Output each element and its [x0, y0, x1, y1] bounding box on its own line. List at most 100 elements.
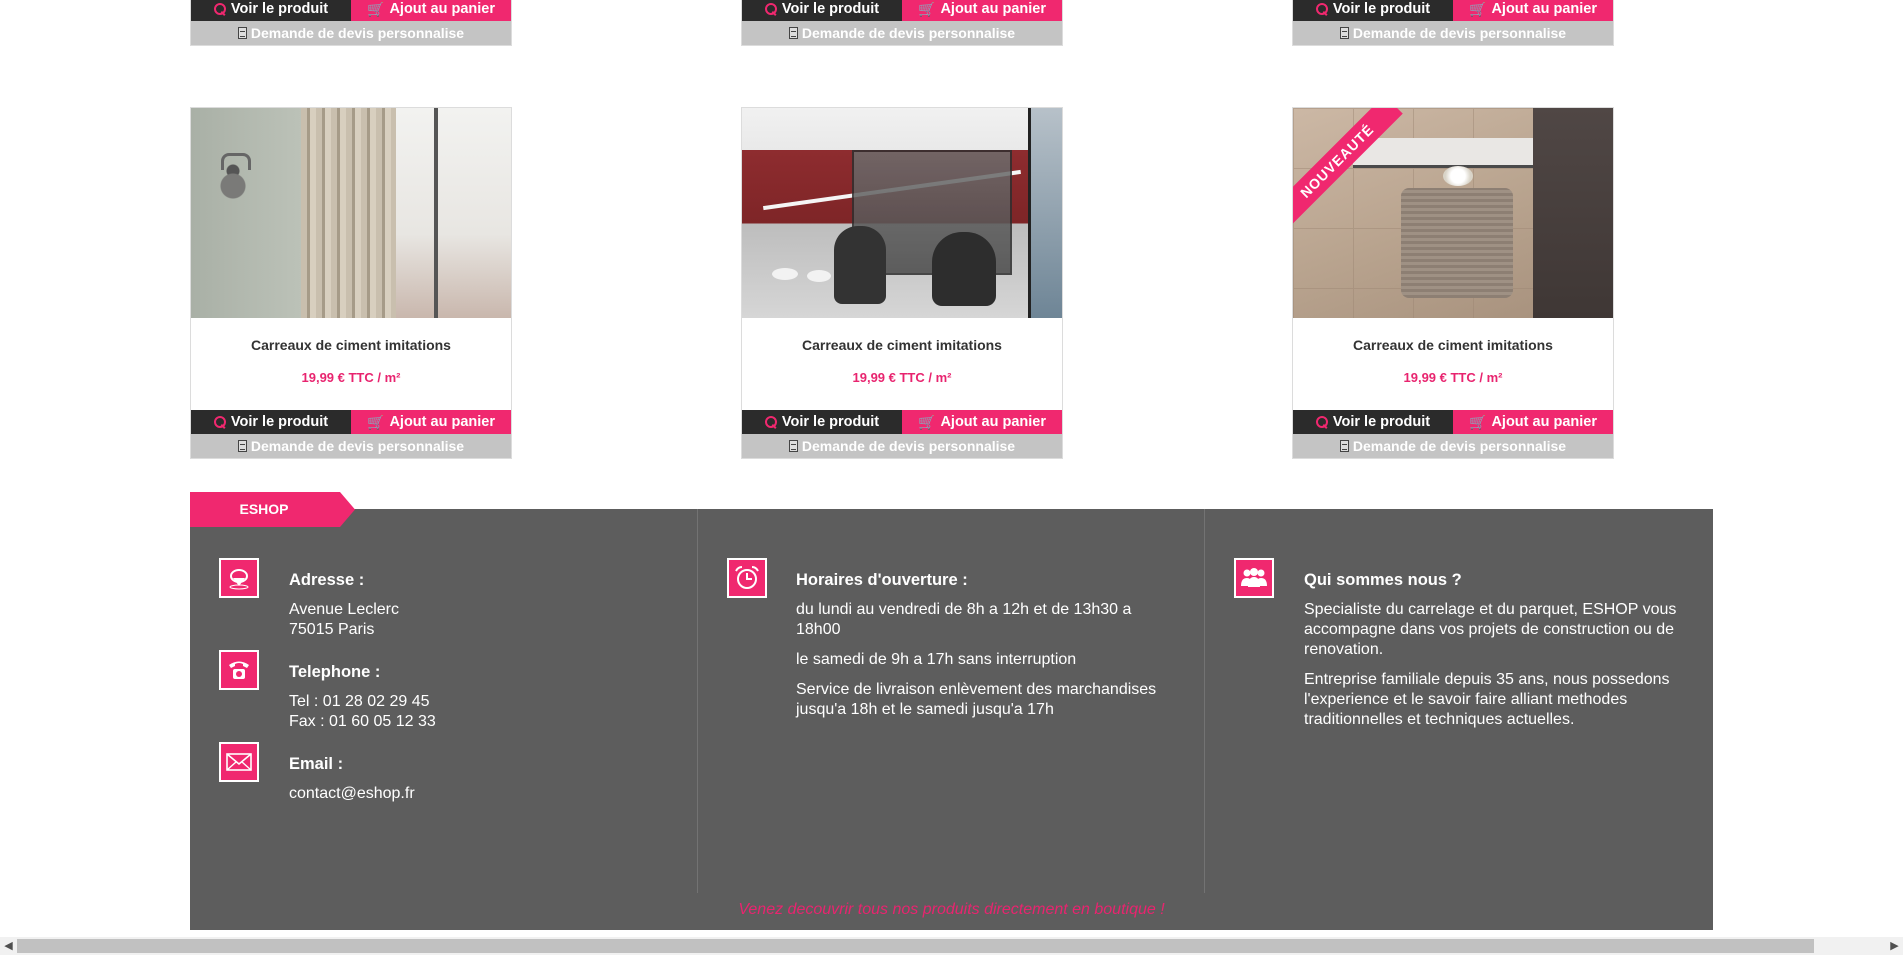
view-product-label: Voir le produit: [1332, 414, 1431, 430]
scrollbar-thumb[interactable]: [17, 939, 1814, 953]
footer-note: Venez decouvrir tous nos produits direct…: [738, 901, 1165, 918]
search-icon: [1315, 416, 1328, 428]
cart-icon: 🛒: [918, 1, 936, 17]
window: [396, 108, 511, 318]
product-image[interactable]: [742, 108, 1062, 318]
about-paragraph-1: Specialiste du carrelage et du parquet, …: [1304, 601, 1677, 658]
product-actions: Voir le produit 🛒 Ajout au panier Demande…: [191, 410, 511, 458]
product-actions: Voir le produit 🛒 Ajout au panier Demande…: [742, 0, 1062, 45]
footer-tab-label: ESHOP: [239, 501, 289, 517]
document-icon: [1339, 440, 1349, 452]
telephone-number[interactable]: Tel : 01 28 02 29 45: [289, 692, 430, 712]
product-image[interactable]: [191, 108, 511, 318]
deer-head-decoration: [215, 153, 251, 213]
view-product-label: Voir le produit: [781, 414, 880, 430]
view-product-label: Voir le produit: [781, 1, 880, 17]
document-icon: [237, 27, 247, 39]
product-title[interactable]: Carreaux de ciment imitations: [742, 337, 1062, 355]
quote-request-button[interactable]: Demande de devis personnalise: [1293, 21, 1613, 45]
add-to-cart-label: Ajout au panier: [940, 1, 1046, 17]
product-card: NOUVEAUTÉ Carreaux de ciment imitations …: [1292, 107, 1614, 459]
document-icon: [788, 27, 798, 39]
quote-request-button[interactable]: Demande de devis personnalise: [742, 21, 1062, 45]
add-to-cart-button[interactable]: 🛒 Ajout au panier: [1453, 0, 1613, 21]
cart-icon: 🛒: [1469, 1, 1487, 17]
product-price: 19,99 € TTC / m²: [1403, 370, 1503, 385]
add-to-cart-button[interactable]: 🛒 Ajout au panier: [351, 410, 511, 434]
hours-saturday: le samedi de 9h a 17h sans interruption: [796, 651, 1077, 668]
quote-request-button[interactable]: Demande de devis personnalise: [191, 21, 511, 45]
product-title[interactable]: Carreaux de ciment imitations: [1293, 337, 1613, 355]
view-product-button[interactable]: Voir le produit: [1293, 0, 1453, 21]
column-divider: [697, 509, 698, 893]
telephone-heading: Telephone :: [289, 663, 381, 681]
quote-request-label: Demande de devis personnalise: [1352, 438, 1567, 454]
add-to-cart-button[interactable]: 🛒 Ajout au panier: [351, 0, 511, 21]
quote-request-label: Demande de devis personnalise: [250, 25, 465, 41]
product-price: 19,99 € TTC / m²: [301, 370, 401, 385]
add-to-cart-button[interactable]: 🛒 Ajout au panier: [902, 0, 1062, 21]
address-line-1: Avenue Leclerc: [289, 601, 399, 618]
view-product-button[interactable]: Voir le produit: [191, 0, 351, 21]
quote-request-button[interactable]: Demande de devis personnalise: [191, 434, 511, 458]
view-product-button[interactable]: Voir le produit: [1293, 410, 1453, 434]
scroll-left-arrow-icon[interactable]: ◀: [0, 937, 17, 955]
product-actions: Voir le produit 🛒 Ajout au panier Demande…: [191, 0, 511, 45]
email-link[interactable]: contact@eshop.fr: [289, 784, 415, 804]
quote-request-label: Demande de devis personnalise: [1352, 25, 1567, 41]
flowers: [1443, 166, 1473, 186]
about-heading: Qui sommes nous ?: [1304, 571, 1462, 589]
email-heading: Email :: [289, 755, 344, 773]
quote-request-button[interactable]: Demande de devis personnalise: [1293, 434, 1613, 458]
hours-heading: Horaires d'ouverture :: [796, 571, 968, 589]
add-to-cart-label: Ajout au panier: [1491, 1, 1597, 17]
cart-icon: 🛒: [1469, 414, 1487, 430]
quote-request-label: Demande de devis personnalise: [250, 438, 465, 454]
product-card: Carreaux de ciment imitations 19,99 € TT…: [190, 107, 512, 459]
egg-chair: [834, 226, 886, 304]
view-product-button[interactable]: Voir le produit: [742, 0, 902, 21]
view-product-label: Voir le produit: [230, 414, 329, 430]
egg-chair: [932, 232, 996, 306]
product-title[interactable]: Carreaux de ciment imitations: [191, 337, 511, 355]
product-price: 19,99 € TTC / m²: [852, 370, 952, 385]
coffee-table: [1353, 138, 1553, 168]
scroll-right-arrow-icon[interactable]: ▶: [1886, 937, 1903, 955]
search-icon: [764, 3, 777, 15]
stool: [807, 270, 831, 282]
sofa: [1533, 108, 1613, 318]
fax-number: Fax : 01 60 05 12 33: [289, 713, 436, 730]
search-icon: [1315, 3, 1328, 15]
add-to-cart-button[interactable]: 🛒 Ajout au panier: [902, 410, 1062, 434]
product-actions: Voir le produit 🛒 Ajout au panier Demande…: [1293, 0, 1613, 45]
product-card: Voir le produit 🛒 Ajout au panier Demande…: [741, 0, 1063, 46]
search-icon: [213, 3, 226, 15]
horizontal-scrollbar[interactable]: ◀ ▶: [0, 937, 1903, 955]
product-card: Voir le produit 🛒 Ajout au panier Demande…: [1292, 0, 1614, 46]
location-pin-icon: [219, 558, 259, 598]
add-to-cart-label: Ajout au panier: [940, 414, 1046, 430]
curtain: [301, 108, 396, 318]
footer-tab: ESHOP: [190, 492, 355, 527]
search-icon: [213, 416, 226, 428]
hours-weekdays: du lundi au vendredi de 8h a 12h et de 1…: [796, 601, 1132, 638]
add-to-cart-button[interactable]: 🛒 Ajout au panier: [1453, 410, 1613, 434]
add-to-cart-label: Ajout au panier: [389, 414, 495, 430]
wicker-pouf: [1401, 188, 1513, 298]
address-heading: Adresse :: [289, 571, 365, 589]
quote-request-label: Demande de devis personnalise: [801, 438, 1016, 454]
quote-request-button[interactable]: Demande de devis personnalise: [742, 434, 1062, 458]
view-product-label: Voir le produit: [230, 1, 329, 17]
view-product-button[interactable]: Voir le produit: [191, 410, 351, 434]
document-icon: [1339, 27, 1349, 39]
delivery-service: Service de livraison enlèvement des marc…: [796, 681, 1157, 718]
view-product-label: Voir le produit: [1332, 1, 1431, 17]
view-product-button[interactable]: Voir le produit: [742, 410, 902, 434]
alarm-clock-icon: [727, 558, 767, 598]
product-image[interactable]: NOUVEAUTÉ: [1293, 108, 1613, 318]
address-line-2: 75015 Paris: [289, 621, 375, 638]
window: [1028, 108, 1062, 318]
about-paragraph-2: Entreprise familiale depuis 35 ans, nous…: [1304, 671, 1670, 728]
column-divider: [1204, 509, 1205, 893]
product-actions: Voir le produit 🛒 Ajout au panier Demande…: [1293, 410, 1613, 458]
